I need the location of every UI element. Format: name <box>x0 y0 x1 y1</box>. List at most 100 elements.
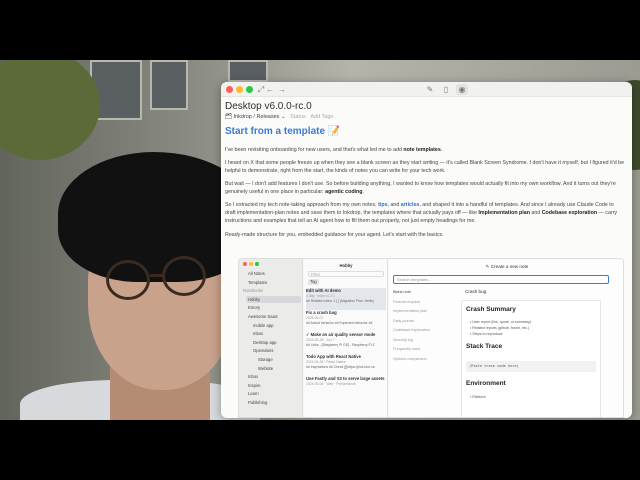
p3-bold: agentic coding <box>325 189 363 195</box>
p1-text: I've been revisiting onboarding for new … <box>225 147 404 153</box>
p4-text-d: and <box>529 210 542 216</box>
back-arrow-icon[interactable]: ← <box>264 84 276 95</box>
inner-sidebar: All Notes Templates Notebooks Hobby Emory Awe… <box>239 259 303 417</box>
glasses-right-lens <box>162 256 206 296</box>
section-heading: Start from a template 📝 <box>225 126 340 137</box>
preview-bullet-text: Related reports (github, forum, etc.) <box>472 326 529 330</box>
add-tags-button[interactable]: Add Tags <box>310 114 333 120</box>
inner-sidebar-item[interactable]: Inbox <box>251 330 301 337</box>
breadcrumb-separator: / <box>253 114 255 120</box>
p4-bold-2: Codebase exploration <box>541 210 598 216</box>
paragraph-1: I've been revisiting onboarding for new … <box>225 146 625 154</box>
create-note-label: Create a new note <box>490 264 529 269</box>
edit-pencil-icon[interactable]: ✎ <box>424 84 436 95</box>
template-item[interactable]: Codebase exploration <box>393 328 430 332</box>
template-search-input[interactable]: Search templates... <box>393 275 609 284</box>
inner-sidebar-item[interactable]: Storage <box>256 356 301 363</box>
zoom-window-button[interactable] <box>246 86 253 93</box>
create-note-header: ✎ Create a new note <box>389 264 623 270</box>
inner-note-body: ## Related notes: 1 [ ] [Migration Plan:… <box>306 299 375 303</box>
inner-minimize-dot <box>249 262 253 266</box>
inner-note-item[interactable]: Edit with AI demo 1 day · main v1.2.1 ## R… <box>306 288 386 310</box>
inner-sidebar-item[interactable]: Templates <box>246 279 301 286</box>
inner-sidebar-item[interactable]: Inbox <box>246 373 301 380</box>
inner-note-meta: 1 day · main v1.2.1 <box>306 294 335 298</box>
embedded-screenshot: All Notes Templates Notebooks Hobby Emory Awe… <box>238 258 624 418</box>
inner-sidebar-item[interactable]: All Notes <box>246 270 301 277</box>
preview-bullet-text: User report (link, quote, or summary) <box>472 320 531 324</box>
inner-sidebar-item[interactable]: Inspire <box>246 382 301 389</box>
template-preview: Crash Summary • User report (link, quote… <box>461 300 601 417</box>
inner-note-item[interactable]: ✓ Make an air quality sensor mode 2024-05… <box>306 332 386 354</box>
p4-text-a: So I extracted my tech note-taking appro… <box>225 202 379 208</box>
video-stage: ⤢ ← → ✎ ▯ ◉ Desktop v6.0.0-rc.0 🗂 Inkdro… <box>0 0 640 480</box>
breadcrumb-notebook[interactable]: Inkdrop <box>234 114 252 120</box>
title-bar: ⤢ ← → ✎ ▯ ◉ <box>221 82 632 97</box>
inner-note-meta: 2024-05-08 · Web · Performance <box>306 382 356 386</box>
minimize-window-button[interactable] <box>236 86 243 93</box>
inner-list-filter[interactable]: Filter <box>308 271 384 277</box>
inner-sidebar-item[interactable]: Learn <box>246 390 301 397</box>
glasses-left-lens <box>106 260 150 300</box>
new-note-icon: ✎ <box>485 264 490 269</box>
paragraph-2: I heard on X that some people freeze up … <box>225 160 625 174</box>
template-item[interactable]: Implementation plan <box>393 309 427 313</box>
chevron-down-icon[interactable]: ⌄ <box>281 114 286 120</box>
inner-note-body: ## Inspirations ## Check [][https://plus… <box>306 365 375 369</box>
articles-link[interactable]: articles <box>401 202 420 208</box>
inner-sidebar-item[interactable]: Operations <box>251 347 301 354</box>
template-item[interactable]: Security log <box>393 338 413 342</box>
template-item[interactable]: Daily journal <box>393 319 414 323</box>
inner-sidebar-item[interactable]: Publishing <box>246 399 301 406</box>
close-window-button[interactable] <box>226 86 233 93</box>
inner-sidebar-item[interactable]: Hobby <box>246 295 301 303</box>
p3-text: But wait — I don't add features I don't … <box>225 181 616 195</box>
breadcrumb: 🗂 Inkdrop / Releases ⌄ Status Add Tags <box>225 114 333 120</box>
preview-eye-icon[interactable]: ◉ <box>456 84 468 95</box>
inner-note-item[interactable]: Use Fastly and S3 to serve large assets 2… <box>306 376 386 398</box>
tips-link[interactable]: tips <box>378 202 387 208</box>
inner-note-title: Todo App with React Native <box>306 354 361 359</box>
note-title[interactable]: Desktop v6.0.0-rc.0 <box>225 101 312 112</box>
notebook-icon: 🗂 <box>225 114 232 120</box>
inner-note-item[interactable]: Fix a crash bug 2025-06-07 ## Actual behav… <box>306 310 386 332</box>
p4-text-b: , and <box>387 202 401 208</box>
preview-bullet: • Steps to reproduce <box>470 332 503 336</box>
inkdrop-window: ⤢ ← → ✎ ▯ ◉ Desktop v6.0.0-rc.0 🗂 Inkdro… <box>221 82 632 418</box>
p3-end: . <box>362 189 364 195</box>
inner-sidebar-item[interactable]: Desktop app <box>251 339 301 346</box>
p1-bold: note templates <box>403 147 441 153</box>
preview-code-block: (Paste trace code here) <box>466 361 596 372</box>
preview-bullet-text: Platform <box>472 395 486 399</box>
status-selector[interactable]: Status <box>290 114 306 120</box>
breadcrumb-folder[interactable]: Releases <box>256 114 279 120</box>
template-item[interactable]: Options comparison <box>393 357 427 361</box>
preview-heading-2: Stack Trace <box>466 343 503 350</box>
inner-note-item[interactable]: Todo App with React Native 2024-04-28 · R… <box>306 354 386 376</box>
inner-note-meta: 2025-06-07 <box>306 316 324 320</box>
template-item[interactable]: Feature request <box>393 300 420 304</box>
inner-sidebar-item[interactable]: Emory <box>246 304 301 311</box>
forward-arrow-icon[interactable]: → <box>276 84 288 95</box>
inner-sidebar-item[interactable]: Website <box>256 365 301 372</box>
paragraph-4: So I extracted my tech note-taking appro… <box>225 201 625 225</box>
inner-note-title: ✓ Make an air quality sensor mode <box>306 332 376 337</box>
inner-list-title: Hobby <box>339 263 353 268</box>
inner-sidebar-item[interactable]: mobile app <box>251 322 301 329</box>
inner-zoom-dot <box>255 262 259 266</box>
template-item[interactable]: Blank note <box>393 290 411 294</box>
preview-bullet: • User report (link, quote, or summary) <box>470 320 531 324</box>
template-item[interactable]: Frequently used <box>393 347 420 351</box>
preview-heading-3: Environment <box>466 380 506 387</box>
paragraph-3: But wait — I don't add features I don't … <box>225 180 625 196</box>
preview-bullet-text: Steps to reproduce <box>472 332 503 336</box>
inner-sidebar-item[interactable]: Awesome SaaS <box>246 313 301 320</box>
preview-bullet: • Related reports (github, forum, etc.) <box>470 326 529 330</box>
template-preview-title: Crash bug <box>465 289 487 294</box>
split-view-icon[interactable]: ▯ <box>440 84 452 95</box>
inner-note-meta: 2024-05-28 · Jun 7 · <box>306 338 337 342</box>
building-window <box>228 60 268 82</box>
inner-list-tag[interactable]: Tag <box>308 279 319 285</box>
section-heading-text: Start from a template <box>225 126 326 137</box>
paragraph-5: Ready-made structure for you, embedded g… <box>225 232 444 238</box>
